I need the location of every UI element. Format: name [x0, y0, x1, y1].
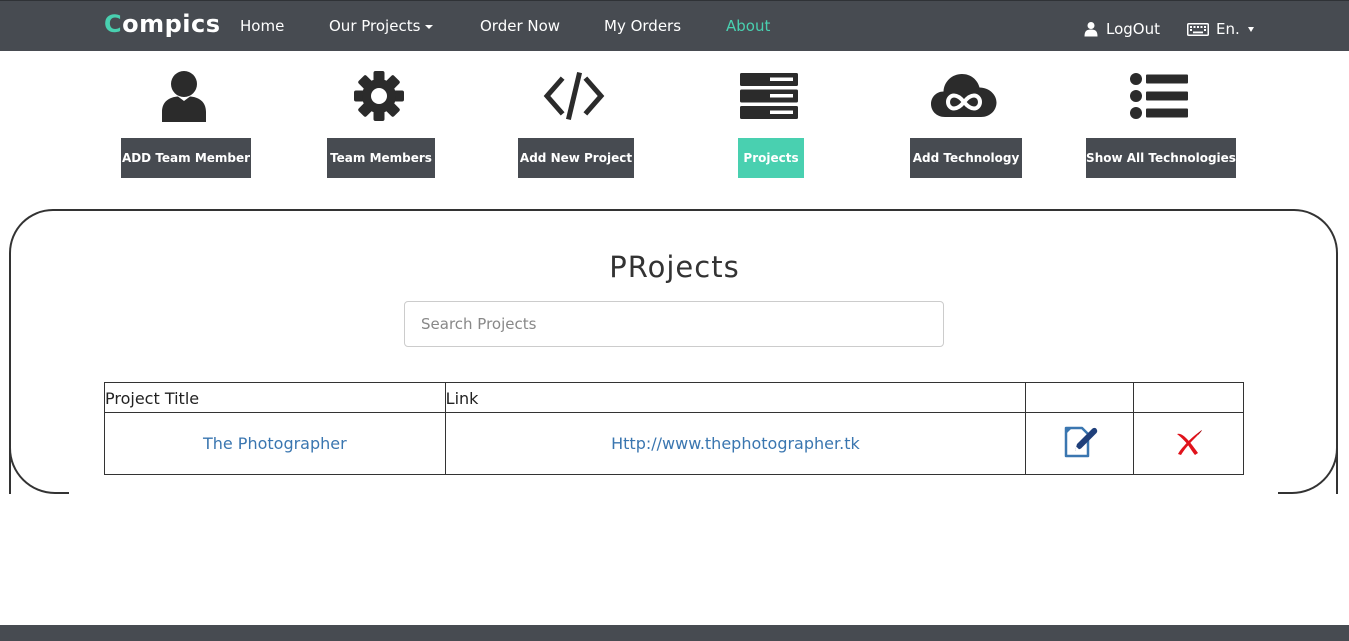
- edit-icon: [1064, 426, 1097, 457]
- column-delete: [1133, 382, 1244, 413]
- projects-table: Project Title Link The Photographer Http…: [104, 382, 1244, 475]
- tool-add-team-member[interactable]: [149, 66, 219, 126]
- project-title-cell: The Photographer: [104, 412, 446, 475]
- team-members-button[interactable]: Team Members: [327, 138, 435, 178]
- user-small-icon: [1084, 22, 1098, 37]
- tool-projects[interactable]: [734, 66, 804, 126]
- column-project-title: Project Title: [104, 382, 446, 413]
- logout-label: LogOut: [1106, 20, 1160, 38]
- project-link-cell: Http://www.thephotographer.tk: [444, 412, 1027, 475]
- page-title: PRojects: [609, 250, 740, 284]
- language-selector[interactable]: En.: [1187, 20, 1254, 38]
- tool-add-new-project[interactable]: [539, 66, 609, 126]
- add-new-project-button[interactable]: Add New Project: [518, 138, 634, 178]
- project-url-link[interactable]: Http://www.thephotographer.tk: [611, 434, 860, 453]
- server-icon: [740, 73, 798, 119]
- nav-home[interactable]: Home: [240, 17, 284, 35]
- cloud-infinity-icon: [931, 74, 997, 117]
- caret-down-icon: [425, 24, 434, 29]
- add-technology-button[interactable]: Add Technology: [910, 138, 1022, 178]
- caret-down-icon: [1247, 26, 1254, 32]
- column-edit: [1025, 382, 1135, 413]
- language-label: En.: [1216, 20, 1240, 38]
- nav-about[interactable]: About: [726, 17, 770, 35]
- nav-our-projects-label: Our Projects: [329, 17, 421, 35]
- tool-team-members[interactable]: [344, 66, 414, 126]
- project-title-link[interactable]: The Photographer: [203, 434, 347, 453]
- code-icon: [543, 71, 605, 121]
- tool-add-technology[interactable]: [929, 66, 999, 126]
- list-icon: [1130, 73, 1188, 119]
- tool-show-all-technologies[interactable]: [1124, 66, 1194, 126]
- table-row: The Photographer Http://www.thephotograp…: [104, 412, 1244, 475]
- column-link: Link: [444, 382, 1027, 413]
- projects-button[interactable]: Projects: [738, 138, 804, 178]
- delete-icon: [1176, 429, 1202, 455]
- nav-order-now[interactable]: Order Now: [480, 17, 560, 35]
- top-navbar: Compics Home Our Projects Order Now My O…: [0, 0, 1349, 51]
- delete-cell: [1133, 412, 1244, 475]
- keyboard-icon: [1187, 22, 1209, 36]
- search-projects-input[interactable]: [404, 301, 944, 347]
- add-team-member-button[interactable]: ADD Team Member: [121, 138, 251, 178]
- nav-our-projects[interactable]: Our Projects: [329, 17, 434, 35]
- gear-icon: [354, 71, 404, 121]
- delete-button[interactable]: [1174, 428, 1204, 460]
- table-header-row: Project Title Link: [104, 382, 1244, 413]
- user-icon: [162, 71, 206, 122]
- brand-logo[interactable]: Compics: [104, 10, 221, 38]
- edit-cell: [1025, 412, 1135, 475]
- footer-bar: [0, 625, 1349, 641]
- logout-link[interactable]: LogOut: [1083, 20, 1160, 38]
- edit-button[interactable]: [1062, 424, 1098, 464]
- show-all-technologies-button[interactable]: Show All Technologies: [1086, 138, 1236, 178]
- nav-my-orders[interactable]: My Orders: [604, 17, 681, 35]
